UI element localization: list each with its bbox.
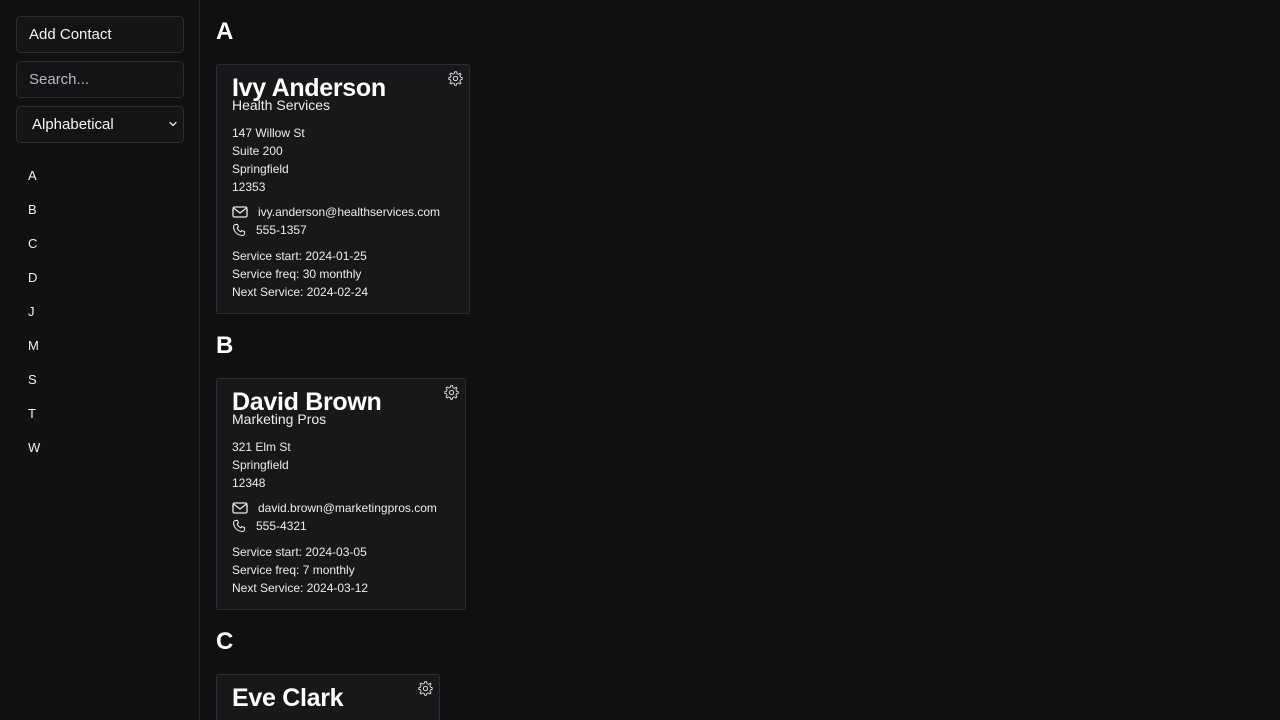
contact-section-c: C Eve Clark xyxy=(216,628,1264,720)
gear-icon[interactable] xyxy=(443,384,460,401)
address-line: 12353 xyxy=(232,180,266,194)
address-line: 321 Elm St xyxy=(232,440,291,454)
gear-icon[interactable] xyxy=(417,680,434,697)
sidebar: Add Contact Alphabetical A B C D J M S T… xyxy=(0,0,200,720)
next-service: Next Service: 2024-02-24 xyxy=(232,285,369,299)
card-row: David Brown Marketing Pros 321 Elm St Sp… xyxy=(216,360,1264,630)
service-start: Service start: 2024-03-05 xyxy=(232,545,367,559)
sort-select-value: Alphabetical xyxy=(32,116,114,133)
search-input[interactable] xyxy=(16,61,184,98)
letter-link-s[interactable]: S xyxy=(16,363,183,397)
app-root: Add Contact Alphabetical A B C D J M S T… xyxy=(0,0,1280,720)
phone-icon xyxy=(232,519,246,533)
letter-link-m[interactable]: M xyxy=(16,329,183,363)
next-service: Next Service: 2024-03-12 xyxy=(232,581,369,595)
phone-row: 555-4321 xyxy=(232,517,449,535)
contact-section-a: A Ivy Anderson Health Services 147 Willo… xyxy=(216,18,1264,334)
service-info: Service start: 2024-03-05 Service freq: … xyxy=(232,543,449,597)
service-frequency: Service freq: 30 monthly xyxy=(232,267,362,281)
email-link[interactable]: ivy.anderson@healthservices.com xyxy=(258,203,440,221)
address-line: Suite 200 xyxy=(232,144,283,158)
phone-row: 555-1357 xyxy=(232,221,453,239)
address-line: 147 Willow St xyxy=(232,126,305,140)
contact-methods: david.brown@marketingpros.com 555-4321 xyxy=(232,499,449,535)
card-row: Ivy Anderson Health Services 147 Willow … xyxy=(216,46,1264,334)
sort-select[interactable]: Alphabetical xyxy=(16,106,184,143)
letter-link-c[interactable]: C xyxy=(16,227,183,261)
contact-card: Eve Clark xyxy=(216,674,440,720)
service-frequency: Service freq: 7 monthly xyxy=(232,563,355,577)
address-line: Springfield xyxy=(232,458,289,472)
phone-link[interactable]: 555-4321 xyxy=(256,517,307,535)
section-heading: C xyxy=(216,628,234,655)
card-row: Eve Clark xyxy=(216,656,1264,720)
contact-methods: ivy.anderson@healthservices.com 555-1357 xyxy=(232,203,453,239)
contact-card: David Brown Marketing Pros 321 Elm St Sp… xyxy=(216,378,466,610)
contact-address: 321 Elm St Springfield 12348 xyxy=(232,438,449,492)
letter-link-j[interactable]: J xyxy=(16,295,183,329)
address-line: Springfield xyxy=(232,162,289,176)
email-row: david.brown@marketingpros.com xyxy=(232,499,449,517)
contact-card: Ivy Anderson Health Services 147 Willow … xyxy=(216,64,470,314)
service-start: Service start: 2024-01-25 xyxy=(232,249,367,263)
letter-link-b[interactable]: B xyxy=(16,193,183,227)
letter-link-d[interactable]: D xyxy=(16,261,183,295)
gear-icon[interactable] xyxy=(447,70,464,87)
section-heading: B xyxy=(216,332,234,359)
contact-section-b: B David Brown Marketing Pros 321 Elm St … xyxy=(216,332,1264,630)
section-heading: A xyxy=(216,18,234,45)
letter-link-t[interactable]: T xyxy=(16,397,183,431)
letter-index: A B C D J M S T W xyxy=(16,159,183,465)
contact-address: 147 Willow St Suite 200 Springfield 1235… xyxy=(232,124,453,196)
chevron-down-icon xyxy=(169,121,177,127)
email-link[interactable]: david.brown@marketingpros.com xyxy=(258,499,437,517)
contact-name: Eve Clark xyxy=(232,684,344,712)
phone-link[interactable]: 555-1357 xyxy=(256,221,307,239)
add-contact-button[interactable]: Add Contact xyxy=(16,16,184,53)
service-info: Service start: 2024-01-25 Service freq: … xyxy=(232,247,453,301)
mail-icon xyxy=(232,206,248,218)
contacts-main: A Ivy Anderson Health Services 147 Willo… xyxy=(200,0,1280,720)
mail-icon xyxy=(232,502,248,514)
phone-icon xyxy=(232,223,246,237)
letter-link-a[interactable]: A xyxy=(16,159,183,193)
letter-link-w[interactable]: W xyxy=(16,431,183,465)
address-line: 12348 xyxy=(232,476,266,490)
email-row: ivy.anderson@healthservices.com xyxy=(232,203,453,221)
